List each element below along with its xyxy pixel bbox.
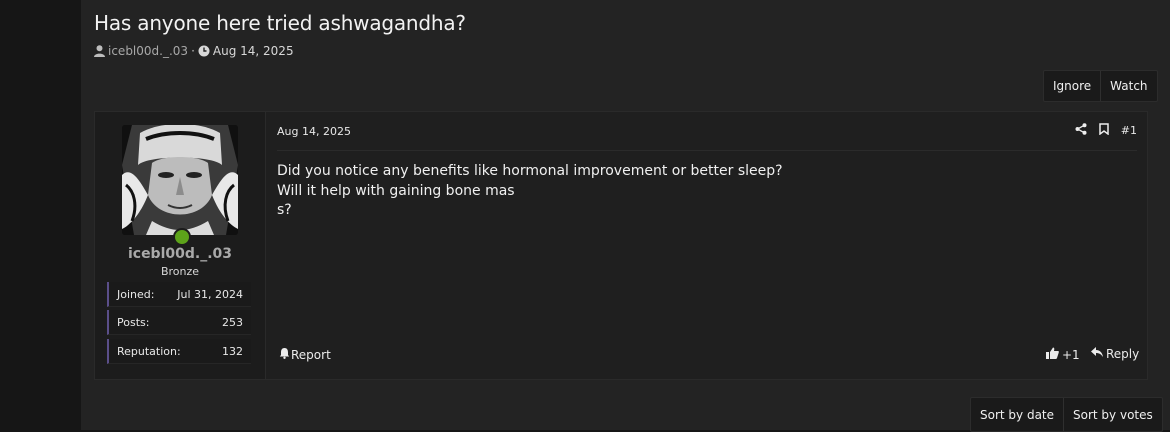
reply-icon — [1091, 347, 1103, 361]
post-card: icebl00d._.03 Bronze Joined: Jul 31, 202… — [94, 111, 1148, 380]
post-tools: #1 — [1075, 123, 1137, 138]
report-label: Report — [291, 347, 331, 362]
watch-button[interactable]: Watch — [1100, 71, 1156, 101]
bookmark-icon[interactable] — [1099, 123, 1109, 138]
thumbs-up-icon — [1046, 347, 1059, 362]
post-divider — [277, 150, 1137, 151]
post-body-line: s? — [277, 202, 292, 218]
reply-label: Reply — [1106, 347, 1140, 361]
online-indicator — [173, 228, 191, 246]
stat-joined: Joined: Jul 31, 2024 — [107, 282, 251, 307]
reaction-count: +1 — [1062, 347, 1080, 362]
left-gutter — [0, 0, 81, 430]
thread-page: Has anyone here tried ashwagandha? icebl… — [81, 0, 1170, 432]
like-button[interactable]: +1 — [1046, 347, 1080, 362]
stat-value: Jul 31, 2024 — [177, 287, 243, 301]
sort-by-votes-button[interactable]: Sort by votes — [1063, 398, 1162, 431]
meta-separator: · — [191, 44, 195, 58]
reply-button[interactable]: Reply — [1091, 347, 1139, 361]
user-icon — [94, 45, 105, 57]
sort-actions: Sort by date Sort by votes — [970, 397, 1163, 432]
post-user-column: icebl00d._.03 Bronze Joined: Jul 31, 202… — [95, 112, 266, 379]
user-rank: Bronze — [160, 265, 200, 278]
stat-value: 132 — [222, 344, 243, 358]
post-username[interactable]: icebl00d._.03 — [95, 246, 265, 262]
thread-meta: icebl00d._.03 · Aug 14, 2025 — [94, 44, 294, 58]
stat-value: 253 — [222, 315, 243, 329]
post-number-link[interactable]: #1 — [1121, 124, 1137, 137]
post-body-line: Did you notice any benefits like hormona… — [277, 163, 783, 179]
report-button[interactable]: Report — [279, 347, 331, 362]
thread-author-link[interactable]: icebl00d._.03 — [108, 44, 188, 58]
clock-icon — [198, 45, 210, 57]
stat-label: Posts: — [117, 315, 150, 329]
share-icon[interactable] — [1075, 123, 1087, 138]
bell-icon — [279, 347, 290, 362]
sort-by-date-button[interactable]: Sort by date — [971, 398, 1063, 431]
avatar[interactable] — [122, 125, 238, 235]
thread-title: Has anyone here tried ashwagandha? — [94, 11, 466, 35]
stat-posts: Posts: 253 — [107, 310, 251, 335]
thread-date-link[interactable]: Aug 14, 2025 — [213, 44, 294, 58]
thread-actions: Ignore Watch — [1043, 70, 1158, 102]
post-body: Did you notice any benefits like hormona… — [277, 162, 1117, 221]
stat-label: Joined: — [117, 287, 155, 301]
post-date-link[interactable]: Aug 14, 2025 — [277, 125, 351, 138]
stat-reputation: Reputation: 132 — [107, 339, 251, 364]
post-body-line: Will it help with gaining bone mas — [277, 182, 515, 199]
stat-label: Reputation: — [117, 344, 181, 358]
ignore-button[interactable]: Ignore — [1044, 71, 1100, 101]
